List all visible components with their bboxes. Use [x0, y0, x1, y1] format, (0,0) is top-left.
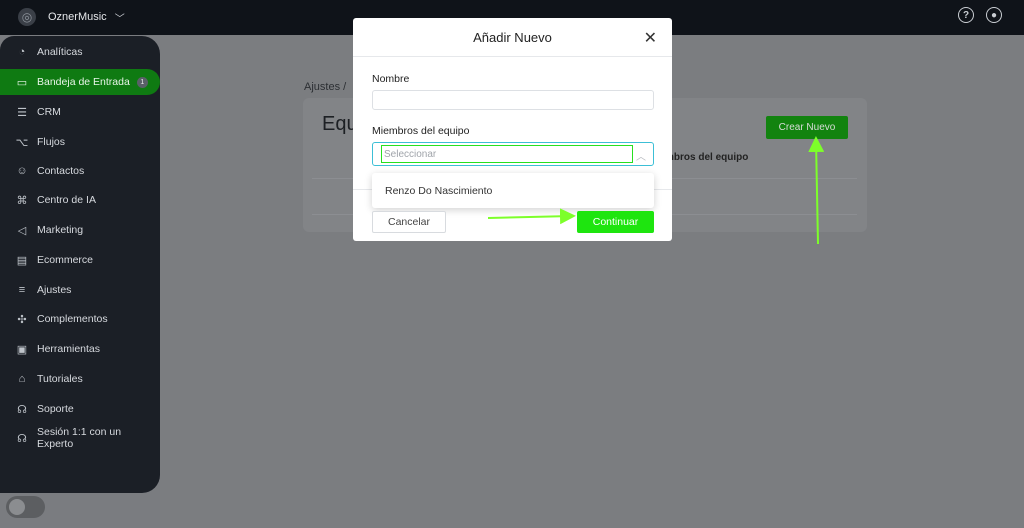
account-logo-icon: ◎ — [18, 8, 36, 26]
members-select-placeholder: Seleccionar — [381, 145, 633, 163]
sidebar-item-centro-ia[interactable]: ⌘ Centro de IA — [0, 187, 160, 213]
toggle-knob — [9, 499, 25, 515]
sidebar-item-sesion-experto[interactable]: ☊ Sesión 1:1 con un Experto — [0, 425, 160, 451]
sidebar-item-contactos[interactable]: ☺ Contactos — [0, 158, 160, 184]
headset-icon: ☊ — [17, 403, 27, 416]
name-input[interactable] — [372, 90, 654, 110]
chevron-up-icon: ︿ — [636, 152, 646, 163]
sidebar-item-analiticas[interactable]: ◔ Analíticas — [0, 39, 160, 65]
sidebar-item-soporte[interactable]: ☊ Soporte — [0, 396, 160, 422]
sidebar-item-herramientas[interactable]: ▣ Herramientas — [0, 336, 160, 362]
sidebar-item-bandeja[interactable]: ▭ Bandeja de Entrada 1 — [0, 69, 160, 95]
store-icon: ▤ — [16, 254, 28, 267]
toolbox-icon: ▣ — [16, 343, 28, 356]
create-new-button[interactable]: Crear Nuevo — [766, 116, 848, 139]
sidebar-item-label: Contactos — [37, 165, 85, 177]
help-icon[interactable]: ? — [958, 7, 974, 23]
sidebar-item-ecommerce[interactable]: ▤ Ecommerce — [0, 247, 160, 273]
sidebar-item-label: Herramientas — [37, 343, 101, 355]
sidebar-item-label: Bandeja de Entrada — [37, 76, 130, 88]
column-header-members: mbros del equipo — [665, 152, 749, 163]
sidebar-item-label: Marketing — [37, 224, 84, 236]
sidebar-item-label: Sesión 1:1 con un Experto — [36, 426, 122, 450]
graduation-cap-icon: ⌂ — [18, 373, 26, 385]
ai-icon: ⌘ — [16, 194, 28, 207]
breadcrumb[interactable]: Ajustes / — [304, 81, 346, 93]
members-label: Miembros del equipo — [372, 125, 470, 137]
list-icon: ☰ — [17, 106, 27, 119]
dropdown-option[interactable]: Renzo Do Nascimiento — [372, 173, 654, 208]
name-label: Nombre — [372, 73, 410, 85]
sidebar-item-label: Flujos — [37, 136, 66, 148]
headset-icon: ☊ — [17, 432, 27, 445]
modal-header: Añadir Nuevo ✕ — [353, 18, 672, 57]
close-icon[interactable]: ✕ — [644, 28, 657, 48]
modal-title: Añadir Nuevo — [473, 29, 552, 45]
contacts-icon: ☺ — [16, 165, 28, 177]
sidebar-item-flujos[interactable]: ⌥ Flujos — [0, 129, 160, 155]
cancel-button[interactable]: Cancelar — [372, 211, 446, 233]
sidebar-item-label: Ajustes — [37, 284, 72, 296]
megaphone-icon: ◁ — [17, 224, 27, 237]
unread-badge: 1 — [136, 76, 148, 88]
sidebar: ◔ Analíticas ▭ Bandeja de Entrada 1 ☰ CR… — [0, 36, 160, 493]
sliders-icon: ≡ — [18, 284, 26, 296]
account-switcher[interactable]: ◎ OznerMusic ﹀ — [18, 8, 125, 26]
inbox-chat-icon: ▭ — [16, 76, 28, 89]
sidebar-item-label: Analíticas — [37, 46, 83, 58]
puzzle-icon: ✣ — [17, 313, 27, 326]
sidebar-item-tutoriales[interactable]: ⌂ Tutoriales — [0, 366, 160, 392]
user-circle-icon[interactable]: ● — [986, 7, 1002, 23]
sidebar-item-ajustes[interactable]: ≡ Ajustes — [0, 277, 160, 303]
sidebar-item-crm[interactable]: ☰ CRM — [0, 99, 160, 125]
chevron-down-icon: ﹀ — [114, 13, 125, 25]
sidebar-item-label: Centro de IA — [37, 194, 96, 206]
sidebar-item-label: Ecommerce — [37, 254, 94, 266]
flow-icon: ⌥ — [15, 136, 29, 149]
sidebar-item-label: CRM — [37, 106, 61, 118]
add-new-modal: Añadir Nuevo ✕ Nombre Miembros del equip… — [353, 18, 672, 241]
continue-button[interactable]: Continuar — [577, 211, 654, 233]
sidebar-item-complementos[interactable]: ✣ Complementos — [0, 306, 160, 332]
sidebar-item-label: Tutoriales — [37, 373, 83, 385]
analytics-icon: ◔ — [18, 46, 26, 58]
sidebar-item-marketing[interactable]: ◁ Marketing — [0, 217, 160, 243]
account-name: OznerMusic — [48, 11, 107, 23]
sidebar-item-label: Complementos — [37, 313, 108, 325]
sidebar-item-label: Soporte — [37, 403, 74, 415]
members-select[interactable]: Seleccionar ︿ — [372, 142, 654, 166]
theme-toggle[interactable] — [6, 496, 45, 518]
